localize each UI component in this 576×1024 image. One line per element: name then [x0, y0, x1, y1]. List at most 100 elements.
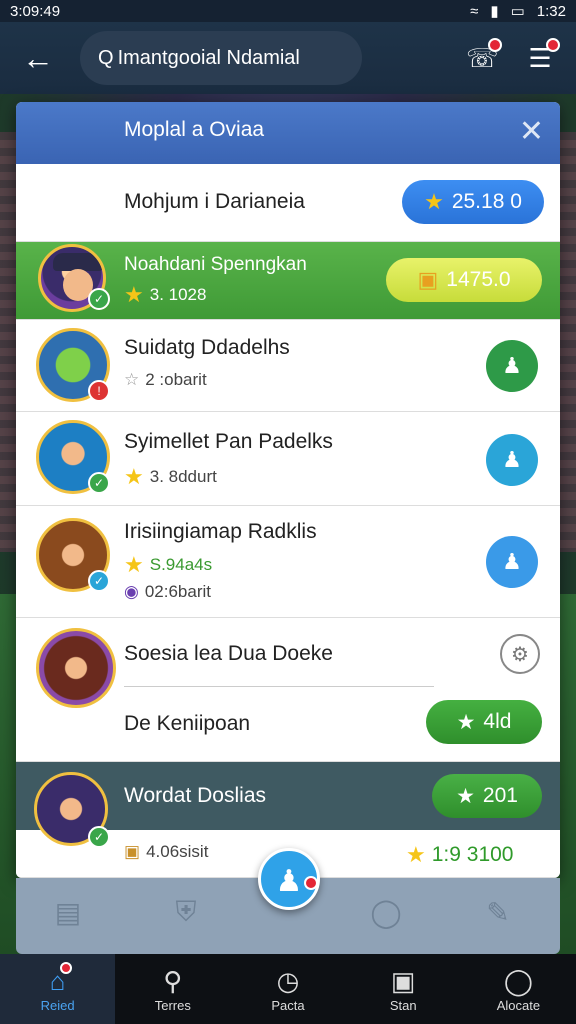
list-item[interactable]: ✓ Noahdani Spenngkan ★ 3. 1028 ▣ 1475.0 [16, 242, 560, 320]
person-add-icon: ♟ [275, 865, 303, 898]
player-name: Suidatg Ddadelhs [124, 336, 290, 359]
score-pill[interactable]: ★ 201 [432, 774, 542, 818]
add-friend-button[interactable]: ♟ [486, 536, 538, 588]
signal-icon: ▮ [490, 3, 499, 20]
list-item[interactable]: ! Suidatg Ddadelhs ☆ 2 :obarit ♟ [16, 320, 560, 412]
list-item[interactable]: Soesia lea Dua Doeke De Keniipoan ⚙ ★ 4l… [16, 618, 560, 762]
tab-clock[interactable]: ◷ Pacta [230, 954, 345, 1024]
avatar [36, 628, 116, 708]
locate-icon: ◯ [503, 966, 533, 996]
search-q-icon: Q [98, 46, 114, 69]
player-stat: ★ S.94a4s [124, 552, 212, 578]
player-stat: ☆ 2 :obarit [124, 370, 207, 390]
fab-badge [304, 876, 318, 890]
score-value: 201 [482, 784, 518, 807]
person-icon: ♟ [502, 549, 522, 574]
alert-badge-icon: ! [88, 380, 110, 402]
badge-icon: ◉ [124, 582, 139, 601]
tab-label: Pacta [271, 998, 305, 1013]
tab-stats[interactable]: ▣ Stan [346, 954, 461, 1024]
panel-title: Moplal a Oviaa [124, 118, 265, 141]
coins-value: 1475.0 [446, 268, 511, 291]
edit-icon[interactable]: ✎ [480, 896, 516, 932]
player-name: Mohjum i Darianeia [124, 190, 305, 213]
add-friend-button[interactable]: ♟ [486, 340, 538, 392]
check-badge-icon: ✓ [88, 570, 110, 592]
stat-value: 3. 8ddurt [149, 467, 217, 486]
search-text: Imantgooial Ndamial [117, 46, 300, 69]
check-badge-icon: ✓ [88, 826, 110, 848]
tab-locate[interactable]: ◯ Alocate [461, 954, 576, 1024]
search-icon: ⚲ [163, 966, 183, 996]
check-badge-icon: ✓ [88, 472, 110, 494]
clock-icon: ◷ [276, 966, 300, 996]
leaderboard-panel: Moplal a Oviaa ✕ Mohjum i Darianeia ★ 25… [16, 102, 560, 878]
list-item[interactable]: Mohjum i Darianeia ★ 25.18 0 [16, 164, 560, 242]
home-badge [60, 962, 72, 974]
notification-badge [488, 38, 502, 52]
player-name: Soesia lea Dua Doeke [124, 642, 333, 665]
star-outline-icon: ☆ [124, 370, 140, 389]
frame-icon: ▣ [390, 966, 416, 996]
player-name: Syimellet Pan Padelks [124, 430, 333, 453]
player-stat-2: ◉ 02:6barit [124, 582, 211, 602]
menu-badge [546, 38, 560, 52]
home-icon: ⌂ [49, 966, 66, 996]
player-subtitle: De Keniipoan [124, 712, 251, 735]
star-icon: ★ [124, 464, 144, 489]
person-icon: ♟ [502, 447, 522, 472]
tab-label: Reied [40, 998, 75, 1013]
star-icon: ★ [424, 189, 444, 214]
tab-home[interactable]: ⌂ Reied [0, 954, 116, 1024]
shield-icon[interactable]: ⛨ [168, 896, 204, 932]
gear-icon[interactable]: ⚙ [500, 634, 540, 674]
chest-icon: ▣ [417, 267, 439, 292]
total-points: ★ 1:9 3100 [406, 842, 513, 868]
player-stat: ▣ 4.06sisit [124, 842, 208, 862]
divider [124, 686, 434, 687]
star-icon: ★ [124, 552, 144, 577]
person-icon: ♟ [502, 353, 522, 378]
player-name: Irisiingiamap Radklis [124, 520, 317, 543]
total-points-value: 1:9 3100 [431, 843, 514, 866]
player-name: Wordat Doslias [124, 784, 266, 807]
status-clock: 1:32 [536, 2, 566, 20]
stat-value: 2 :obarit [145, 370, 207, 389]
shield-icon: ★ [124, 282, 144, 307]
close-icon[interactable]: ✕ [519, 114, 544, 149]
list-item[interactable]: ✓ Irisiingiamap Radklis ★ S.94a4s ◉ 02:6… [16, 506, 560, 618]
score-value: 25.18 0 [451, 190, 522, 213]
stat-value: S.94a4s [149, 555, 213, 574]
star-icon: ★ [456, 710, 476, 734]
tab-label: Stan [389, 998, 417, 1013]
stat-value: 3. 1028 [149, 285, 207, 304]
stat-value-2: 02:6barit [144, 582, 212, 601]
chest-icon: ▣ [124, 842, 141, 861]
wifi-icon: ≈ [470, 2, 479, 20]
stat-value: 4.06sisit [146, 842, 209, 861]
status-bar: 3:09:49 ≈ ▮ ▭ 1:32 [0, 0, 576, 22]
star-icon: ★ [456, 784, 475, 808]
back-arrow-icon[interactable]: ← [22, 40, 58, 76]
status-time: 3:09:49 [10, 2, 61, 20]
list-item[interactable]: ✓ Syimellet Pan Padelks ★ 3. 8ddurt ♟ [16, 412, 560, 506]
app-header: ← Q Imantgooial Ndamial ☏ ☰ [0, 22, 576, 94]
star-icon: ★ [406, 842, 426, 867]
tab-label: Terres [154, 998, 191, 1013]
player-stat: ★ 3. 8ddurt [124, 464, 217, 490]
check-badge-icon: ✓ [88, 288, 110, 310]
coins-pill[interactable]: ▣ 1475.0 [386, 258, 542, 302]
tab-label: Alocate [496, 998, 541, 1013]
panel-header: Moplal a Oviaa ✕ [16, 102, 560, 164]
bottom-tab-bar: ⌂ Reied ⚲ Terres ◷ Pacta ▣ Stan ◯ Alocat… [0, 954, 576, 1024]
tab-search[interactable]: ⚲ Terres [115, 954, 230, 1024]
card-icon[interactable]: ▤ [50, 896, 86, 932]
player-stat: ★ 3. 1028 [124, 282, 206, 308]
search-field[interactable]: Q Imantgooial Ndamial [80, 31, 362, 85]
score-value: 4ld [483, 710, 512, 733]
chat-icon[interactable]: ◯ [368, 896, 404, 932]
score-pill[interactable]: ★ 25.18 0 [402, 180, 544, 224]
score-pill[interactable]: ★ 4ld [426, 700, 542, 744]
add-friend-button[interactable]: ♟ [486, 434, 538, 486]
player-name: Noahdani Spenngkan [124, 254, 307, 275]
